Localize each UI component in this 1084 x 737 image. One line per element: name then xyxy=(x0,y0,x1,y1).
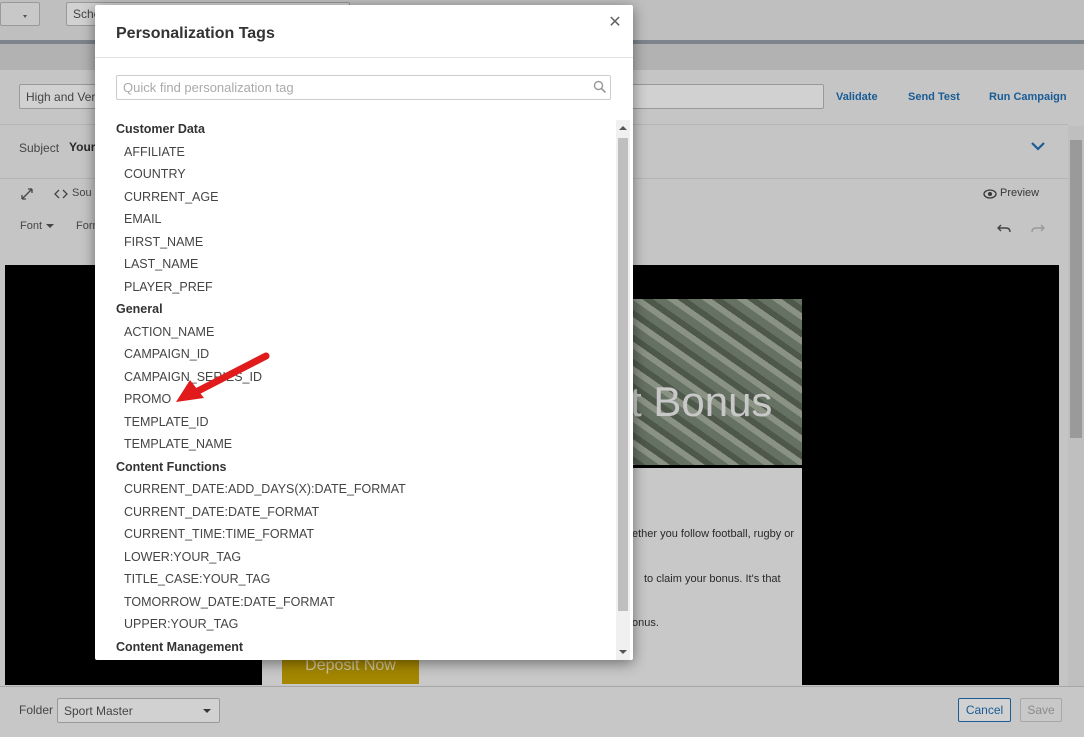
tag-item[interactable]: TEMPLATE_ID xyxy=(116,411,616,434)
tag-item[interactable]: TITLE_CASE:YOUR_TAG xyxy=(116,568,616,591)
tag-item[interactable]: PLAYER_PREF xyxy=(116,276,616,299)
modal-header-divider xyxy=(95,57,633,58)
tag-item[interactable]: UPPER:YOUR_TAG xyxy=(116,613,616,636)
tag-item[interactable]: EMAIL xyxy=(116,208,616,231)
tag-group-header: Customer Data xyxy=(116,122,205,136)
tag-item[interactable]: CURRENT_DATE:DATE_FORMAT xyxy=(116,501,616,524)
tag-group-header: Content Functions xyxy=(116,459,227,474)
tag-list-scrollbar[interactable] xyxy=(616,120,630,660)
tag-item[interactable]: CURRENT_DATE:ADD_DAYS(X):DATE_FORMAT xyxy=(116,478,616,501)
tag-item[interactable]: AFFILIATE xyxy=(116,141,616,164)
tag-item[interactable]: ACTION_NAME xyxy=(116,321,616,344)
modal-title: Personalization Tags xyxy=(116,25,275,42)
scroll-down-icon[interactable] xyxy=(616,644,630,660)
scroll-up-icon[interactable] xyxy=(616,120,630,136)
tag-item[interactable]: COUNTRY xyxy=(116,163,616,186)
tag-item[interactable]: TEMPLATE_NAME xyxy=(116,433,616,456)
tag-group-header: Content Management xyxy=(116,639,244,654)
annotation-arrow-icon xyxy=(176,352,270,402)
tag-item[interactable]: FIRST_NAME xyxy=(116,231,616,254)
tag-search-input[interactable] xyxy=(116,75,611,100)
tag-item[interactable]: TOMORROW_DATE:DATE_FORMAT xyxy=(116,591,616,614)
tag-item[interactable]: CURRENT_TIME:TIME_FORMAT xyxy=(116,523,616,546)
search-icon xyxy=(593,80,607,94)
tag-group-header: General xyxy=(116,302,163,316)
tag-item[interactable]: LAST_NAME xyxy=(116,253,616,276)
close-icon[interactable]: ✕ xyxy=(607,15,623,31)
tag-item[interactable]: LOWER:YOUR_TAG xyxy=(116,546,616,569)
tag-item[interactable]: CURRENT_AGE xyxy=(116,186,616,209)
personalization-tags-modal: Personalization Tags ✕ Customer Data AFFI… xyxy=(95,5,633,660)
tag-list-scrollbar-thumb[interactable] xyxy=(618,138,628,611)
